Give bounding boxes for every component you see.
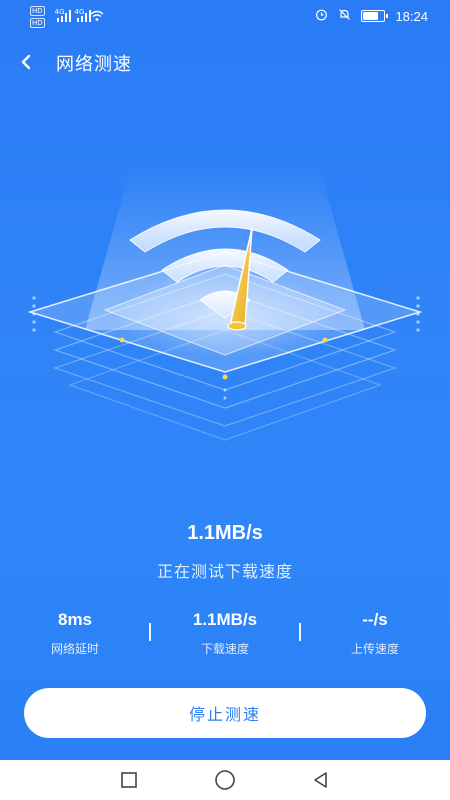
stat-label: 下载速度 xyxy=(200,642,249,656)
gold-dot xyxy=(322,337,328,343)
stat-label: 上传速度 xyxy=(350,642,399,656)
stat-divider xyxy=(299,623,301,641)
hd-tag: HD xyxy=(30,18,45,28)
hd-tags: HD HD xyxy=(30,6,45,28)
gold-dot xyxy=(119,337,125,343)
current-speed: 1.1MB/s xyxy=(187,522,263,544)
app-header: 网络测速 xyxy=(0,44,450,84)
home-button[interactable] xyxy=(210,768,240,792)
stat-upload: --/s 上传速度 xyxy=(300,610,450,657)
battery-icon xyxy=(361,10,389,22)
test-status: 正在测试下载速度 xyxy=(156,562,293,581)
stats-row: 8ms 网络延时 1.1MB/s 下载速度 --/s 上传速度 xyxy=(0,610,450,670)
side-dots-left xyxy=(32,296,36,332)
stat-value: 8ms xyxy=(57,610,93,629)
stat-value: 1.1MB/s xyxy=(192,610,258,629)
battery-fill xyxy=(363,12,378,20)
stat-divider xyxy=(149,623,151,641)
stat-latency: 8ms 网络延时 xyxy=(0,610,150,657)
square-icon xyxy=(121,772,137,788)
side-dots-right xyxy=(416,296,420,332)
wifi-icon xyxy=(90,10,104,25)
stat-label: 网络延时 xyxy=(50,642,99,656)
speed-test-screen: HD HD 4G 4G 18:24 网络测速 1.1MB/s 正在测试下载速度 … xyxy=(0,0,450,760)
status-left: HD HD 4G 4G xyxy=(30,6,104,28)
status-time: 18:24 xyxy=(395,8,428,24)
stat-value: --/s xyxy=(362,610,388,629)
back-nav-button[interactable] xyxy=(306,768,336,792)
stat-download: 1.1MB/s 下载速度 xyxy=(150,610,300,657)
stop-test-button[interactable]: 停止测速 xyxy=(24,688,426,738)
speed-test-illustration xyxy=(27,170,423,441)
alarm-icon xyxy=(315,8,328,24)
status-right: 18:24 xyxy=(315,8,428,24)
triangle-back-icon xyxy=(314,772,327,788)
system-nav-bar xyxy=(0,760,450,800)
network-type: 4G xyxy=(54,8,65,16)
bell-off-icon xyxy=(338,8,351,24)
circle-icon xyxy=(215,770,235,790)
hd-tag: HD xyxy=(30,6,45,16)
network-type: 4G xyxy=(74,8,85,16)
page-title: 网络测速 xyxy=(56,54,132,75)
status-bar: HD HD 4G 4G 18:24 xyxy=(0,0,450,32)
center-dots xyxy=(223,388,227,400)
back-button[interactable] xyxy=(14,48,38,76)
gold-dot xyxy=(222,374,228,380)
chevron-left-icon xyxy=(21,54,31,70)
recent-apps-button[interactable] xyxy=(114,768,144,792)
